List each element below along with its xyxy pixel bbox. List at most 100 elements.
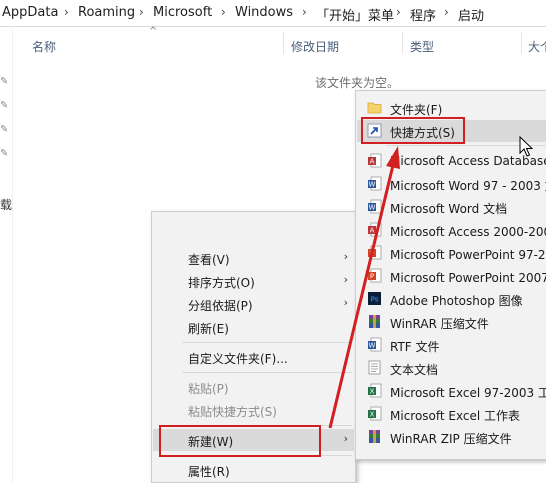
- submenu-item-label: WinRAR ZIP 压缩文件: [390, 432, 512, 446]
- text-document-icon: [368, 360, 381, 375]
- menu-item-label: 自定义文件夹(F)...: [188, 352, 288, 366]
- nav-item-label[interactable]: 载: [0, 196, 12, 213]
- menu-divider: [182, 372, 352, 373]
- annotation-highlight-new: [159, 425, 321, 457]
- svg-text:A: A: [370, 227, 375, 235]
- svg-text:W: W: [369, 181, 376, 189]
- breadcrumb-start-menu[interactable]: 「开始」菜单: [316, 5, 394, 24]
- breadcrumb-microsoft[interactable]: Microsoft: [153, 5, 212, 20]
- menu-item-label: 分组依据(P): [188, 299, 253, 313]
- submenu-item-winrar-archive[interactable]: WinRAR 压缩文件: [357, 311, 546, 333]
- powerpoint-icon: P: [368, 268, 382, 283]
- submenu-arrow-icon: ›: [343, 296, 348, 309]
- submenu-item-label: Microsoft Access 2000-2003 数据库: [390, 225, 546, 239]
- submenu-item-word-97-2003[interactable]: W Microsoft Word 97 - 2003 文档: [357, 173, 546, 195]
- svg-text:X: X: [370, 411, 375, 419]
- menu-item-view[interactable]: 查看(V) ›: [153, 247, 354, 269]
- svg-text:Ps: Ps: [371, 296, 379, 304]
- photoshop-icon: Ps: [368, 292, 381, 305]
- pin-icon: ✎: [0, 100, 9, 111]
- winrar-icon: [369, 315, 380, 328]
- submenu-item-label: Adobe Photoshop 图像: [390, 294, 523, 308]
- breadcrumb-windows[interactable]: Windows: [235, 5, 293, 20]
- submenu-item-label: Microsoft PowerPoint 97-2003 演示文稿: [390, 248, 546, 262]
- submenu-item-excel-worksheet[interactable]: X Microsoft Excel 工作表: [357, 403, 546, 425]
- submenu-item-label: Microsoft Excel 工作表: [390, 409, 521, 423]
- word-icon: W: [368, 199, 382, 214]
- submenu-arrow-icon: ›: [343, 432, 348, 445]
- svg-text:P: P: [370, 273, 374, 281]
- menu-item-refresh[interactable]: 刷新(E): [153, 316, 354, 338]
- svg-text:W: W: [369, 342, 376, 350]
- menu-item-label: 属性(R): [188, 465, 230, 479]
- folder-icon: [367, 102, 382, 114]
- submenu-item-photoshop-image[interactable]: Ps Adobe Photoshop 图像: [357, 288, 546, 310]
- menu-item-label: 查看(V): [188, 253, 230, 267]
- breadcrumb-startup[interactable]: 启动: [458, 5, 484, 24]
- column-divider[interactable]: [283, 32, 284, 54]
- submenu-item-excel-97-2003[interactable]: X Microsoft Excel 97-2003 工作表: [357, 380, 546, 402]
- menu-item-label: 粘贴快捷方式(S): [188, 405, 277, 419]
- svg-text:X: X: [370, 388, 375, 396]
- pin-icon: ✎: [0, 76, 9, 87]
- word-icon: W: [368, 176, 382, 191]
- pin-icon: ✎: [0, 148, 9, 159]
- menu-item-customize-folder[interactable]: 自定义文件夹(F)...: [153, 346, 354, 368]
- submenu-item-access-2000-2003[interactable]: A Microsoft Access 2000-2003 数据库: [357, 219, 546, 241]
- breadcrumb-separator-icon: ›: [396, 5, 401, 19]
- submenu-item-powerpoint-2007[interactable]: P Microsoft PowerPoint 2007 演示文稿: [357, 265, 546, 287]
- svg-text:P: P: [370, 250, 374, 258]
- submenu-item-folder[interactable]: 文件夹(F): [357, 97, 546, 119]
- breadcrumb-separator-icon: ›: [444, 5, 449, 19]
- menu-item-sort-by[interactable]: 排序方式(O) ›: [153, 270, 354, 292]
- submenu-item-winrar-zip[interactable]: WinRAR ZIP 压缩文件: [357, 426, 546, 448]
- navigation-pane[interactable]: ✎ ✎ ✎ ✎ 载: [0, 26, 13, 483]
- sort-ascending-icon: ^: [149, 26, 158, 37]
- submenu-item-label: Microsoft Word 文档: [390, 202, 508, 216]
- menu-item-group-by[interactable]: 分组依据(P) ›: [153, 293, 354, 315]
- column-header-type[interactable]: 类型: [410, 38, 434, 55]
- access-icon: A: [368, 222, 382, 237]
- submenu-item-powerpoint-97-2003[interactable]: P Microsoft PowerPoint 97-2003 演示文稿: [357, 242, 546, 264]
- svg-text:A: A: [370, 158, 375, 166]
- submenu-item-label: 文件夹(F): [390, 103, 443, 117]
- submenu-item-rtf-file[interactable]: W RTF 文件: [357, 334, 546, 356]
- submenu-item-access-database[interactable]: A Microsoft Access Database: [357, 150, 546, 172]
- menu-item-paste: 粘贴(P): [153, 376, 354, 398]
- breadcrumb-separator-icon: ›: [64, 5, 69, 19]
- menu-item-properties[interactable]: 属性(R): [153, 459, 354, 481]
- submenu-item-text-document[interactable]: 文本文档: [357, 357, 546, 379]
- breadcrumb-roaming[interactable]: Roaming: [78, 5, 135, 20]
- submenu-item-word-document[interactable]: W Microsoft Word 文档: [357, 196, 546, 218]
- menu-item-label: 排序方式(O): [188, 276, 255, 290]
- submenu-item-label: Microsoft Excel 97-2003 工作表: [390, 386, 546, 400]
- breadcrumb-separator-icon: ›: [139, 5, 144, 19]
- svg-text:W: W: [369, 204, 376, 212]
- excel-icon: X: [368, 406, 382, 421]
- access-icon: A: [368, 153, 382, 168]
- breadcrumb-appdata[interactable]: AppData: [2, 5, 58, 20]
- submenu-item-label: WinRAR 压缩文件: [390, 317, 489, 331]
- mouse-cursor-icon: [519, 136, 533, 157]
- submenu-arrow-icon: ›: [343, 273, 348, 286]
- submenu-item-label: Microsoft PowerPoint 2007 演示文稿: [390, 271, 546, 285]
- column-divider[interactable]: [521, 32, 522, 54]
- breadcrumb-programs[interactable]: 程序: [410, 5, 436, 24]
- submenu-item-label: RTF 文件: [390, 340, 440, 354]
- column-header-name[interactable]: 名称: [32, 38, 56, 55]
- menu-divider: [182, 342, 352, 343]
- rtf-icon: W: [368, 337, 382, 352]
- winrar-icon: [369, 430, 380, 443]
- submenu-item-label: 文本文档: [390, 363, 439, 377]
- breadcrumb-separator-icon: ›: [221, 5, 226, 19]
- submenu-item-label: Microsoft Word 97 - 2003 文档: [390, 179, 546, 193]
- menu-item-label: 粘贴(P): [188, 382, 229, 396]
- powerpoint-icon: P: [368, 245, 382, 260]
- annotation-highlight-shortcut: [361, 117, 465, 144]
- menu-item-label: 刷新(E): [188, 322, 229, 336]
- menu-item-paste-shortcut: 粘贴快捷方式(S): [153, 399, 354, 421]
- address-bar[interactable]: AppData › Roaming › Microsoft › Windows …: [0, 0, 546, 27]
- column-header-size[interactable]: 大个: [528, 38, 546, 55]
- column-divider[interactable]: [402, 32, 403, 54]
- column-header-modified[interactable]: 修改日期: [291, 38, 339, 55]
